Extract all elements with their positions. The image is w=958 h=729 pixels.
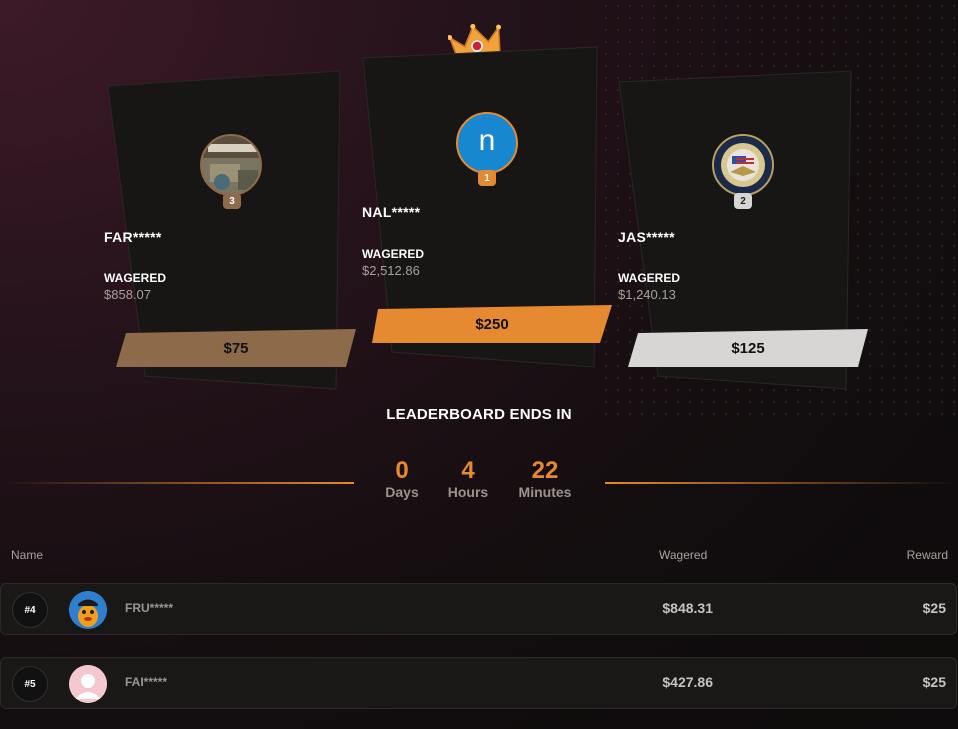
player-name-second: JAS*****: [618, 229, 675, 245]
player-avatar-first: n: [456, 112, 518, 174]
row-reward: $25: [922, 600, 946, 616]
minutes-value: 22: [531, 457, 559, 484]
player-avatar-second: [712, 134, 774, 196]
wagered-value-second: $1,240.13: [618, 287, 676, 302]
row-rank: #5: [12, 666, 48, 702]
leaderboard-ends-title: LEADERBOARD ENDS IN: [386, 406, 572, 423]
wagered-label-third: WAGERED: [104, 271, 167, 285]
player-avatar-third: [200, 134, 262, 196]
wagered-label-second: WAGERED: [618, 271, 681, 285]
row-reward: $25: [922, 674, 946, 690]
wagered-value-third: $858.07: [104, 287, 151, 302]
countdown-hours: 4 Hours: [440, 457, 496, 501]
days-label: Days: [385, 484, 419, 500]
player-name-first: NAL*****: [362, 204, 421, 220]
table-row: #4 FRU***** $848.31 $25: [0, 583, 957, 635]
row-name: FAI*****: [125, 675, 168, 689]
rank-badge-third: 3: [223, 193, 241, 209]
player-name-third: FAR*****: [104, 229, 162, 245]
avatar-letter: n: [478, 124, 496, 157]
row-wagered: $848.31: [662, 600, 713, 616]
minutes-label: Minutes: [518, 484, 572, 500]
table-row: #5 FAI***** $427.86 $25: [0, 657, 957, 709]
wagered-label-first: WAGERED: [362, 247, 425, 261]
user-silhouette-icon: [69, 665, 107, 703]
header-reward: Reward: [906, 548, 948, 562]
prize-amount-second: $125: [731, 339, 765, 357]
row-wagered: $427.86: [662, 674, 713, 690]
days-value: 0: [395, 457, 409, 484]
prize-badge-first: $250: [372, 305, 612, 343]
prize-badge-second: $125: [628, 329, 868, 367]
hours-value: 4: [461, 457, 475, 484]
countdown-days: 0 Days: [378, 457, 426, 501]
rank-badge-second: 2: [734, 193, 752, 209]
row-name: FRU*****: [125, 601, 174, 615]
row-avatar: [69, 591, 107, 629]
prize-badge-third: $75: [116, 329, 356, 367]
divider-left: [0, 482, 354, 484]
wagered-value-first: $2,512.86: [362, 263, 420, 278]
header-wagered: Wagered: [659, 548, 708, 562]
header-name: Name: [11, 548, 44, 562]
prize-amount-third: $75: [223, 339, 249, 357]
rank-badge-first: 1: [478, 170, 496, 186]
row-rank: #4: [12, 592, 48, 628]
divider-right: [605, 482, 958, 484]
hours-label: Hours: [447, 484, 489, 500]
prize-amount-first: $250: [475, 315, 509, 333]
countdown-minutes: 22 Minutes: [510, 457, 580, 501]
